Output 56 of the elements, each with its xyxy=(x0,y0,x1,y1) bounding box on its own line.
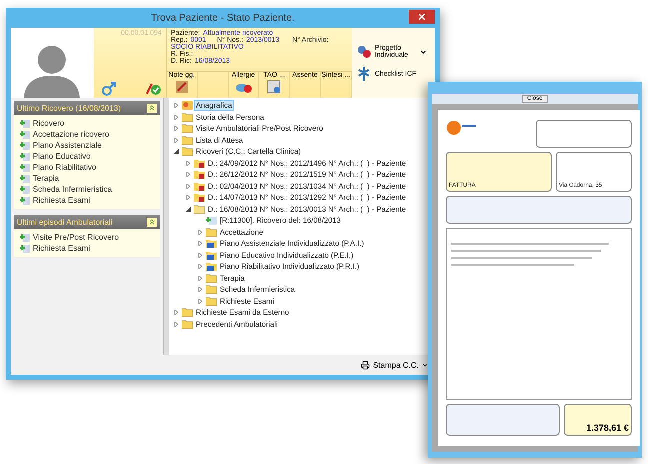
folder-icon xyxy=(182,136,193,145)
person-card-icon xyxy=(182,101,193,110)
folder-icon xyxy=(182,320,193,329)
expander-icon[interactable] xyxy=(173,149,180,154)
document-plus-icon xyxy=(20,196,30,205)
document-plus-icon xyxy=(20,185,30,194)
document-plus-icon xyxy=(20,130,30,139)
check-badge-icon xyxy=(146,82,162,96)
folder-icon xyxy=(206,285,217,294)
close-button[interactable] xyxy=(409,10,435,24)
collapse-icon[interactable] xyxy=(147,104,157,112)
document-plus-icon xyxy=(206,216,217,226)
folder-icon xyxy=(182,147,193,156)
section-link[interactable]: Ricovero xyxy=(33,119,65,128)
male-symbol-icon xyxy=(102,82,116,96)
collapse-icon[interactable] xyxy=(147,218,157,226)
document-plus-icon xyxy=(20,163,30,172)
document-plus-icon xyxy=(20,174,30,183)
locked-folder-icon xyxy=(194,170,205,180)
document-plus-icon xyxy=(20,119,30,128)
section-link[interactable]: Piano Assistenziale xyxy=(33,141,102,150)
document-plus-icon xyxy=(20,141,30,150)
section-link[interactable]: Piano Riabilitativo xyxy=(33,163,97,172)
section-link[interactable]: Piano Educativo xyxy=(33,152,91,161)
dropdown-caret-icon xyxy=(422,362,429,368)
document-plus-icon xyxy=(20,152,30,161)
printer-icon xyxy=(361,360,370,370)
print-button[interactable]: Stampa C.C. xyxy=(361,360,429,370)
plan-folder-icon xyxy=(206,262,217,272)
window-title: Trova Paziente - Stato Paziente. xyxy=(151,12,295,24)
section-link[interactable]: Scheda Infermieristica xyxy=(33,185,112,194)
calendar-icon xyxy=(267,80,282,94)
folder-icon xyxy=(206,296,217,306)
plan-folder-icon xyxy=(206,239,217,248)
total-box: 1.378,61 € xyxy=(564,404,632,436)
folder-icon xyxy=(182,308,193,318)
plan-folder-icon xyxy=(206,250,217,260)
document-plus-icon xyxy=(20,244,30,253)
expander-icon[interactable] xyxy=(185,206,192,212)
locked-folder-icon xyxy=(194,158,205,168)
notepad-icon xyxy=(174,80,189,94)
section-link[interactable]: Accettazione ricovero xyxy=(33,130,110,139)
section-link[interactable]: Visite Pre/Post Ricovero xyxy=(33,233,120,242)
folder-icon xyxy=(182,124,193,134)
locked-folder-icon xyxy=(194,193,205,202)
folder-icon xyxy=(182,112,193,122)
folder-icon xyxy=(194,204,205,214)
section-link[interactable]: Richiesta Esami xyxy=(33,196,90,205)
dropdown-caret-icon xyxy=(420,48,427,56)
document-plus-icon xyxy=(20,233,30,242)
section-link[interactable]: Richiesta Esami xyxy=(33,244,90,253)
locked-folder-icon xyxy=(194,182,205,191)
folder-icon xyxy=(206,274,217,283)
close-icon xyxy=(417,12,427,22)
folder-icon xyxy=(206,228,217,237)
section-link[interactable]: Terapia xyxy=(33,174,60,183)
